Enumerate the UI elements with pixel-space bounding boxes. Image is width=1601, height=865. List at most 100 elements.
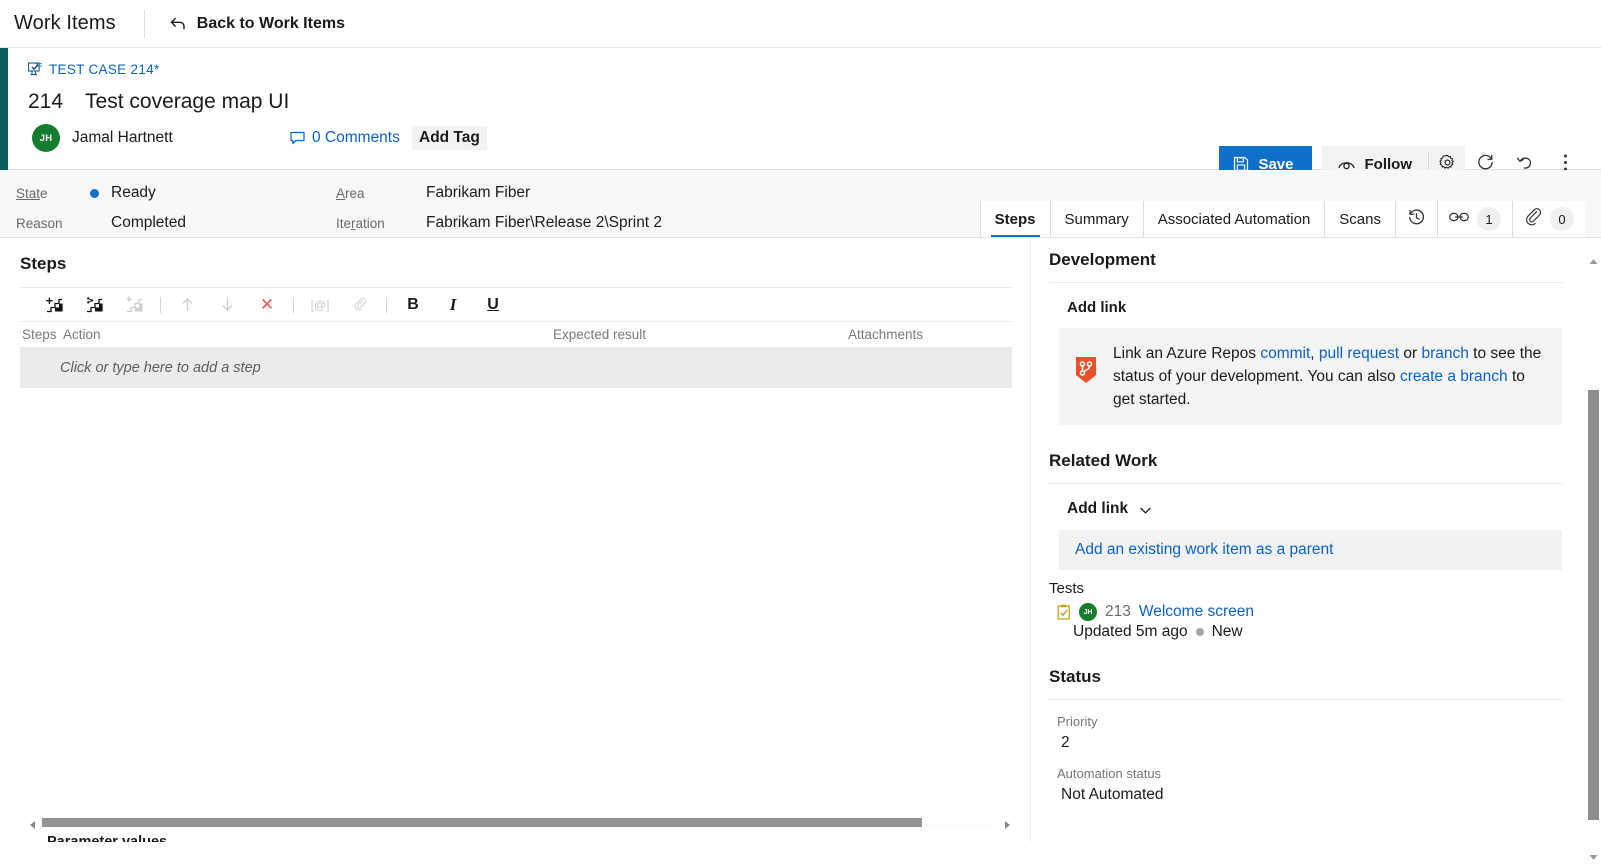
column-header-expected-result: Expected result: [553, 327, 647, 342]
link-icon: [1449, 210, 1469, 228]
steps-horizontal-scrollbar[interactable]: [28, 816, 1012, 829]
automation-status-field-value[interactable]: Not Automated: [1061, 786, 1562, 804]
parameter-icon: [@]: [300, 289, 340, 321]
status-heading: Status: [1049, 667, 1101, 686]
attachments-count-badge: 0: [1550, 207, 1574, 231]
assigned-to-label[interactable]: Jamal Hartnett: [72, 129, 173, 147]
related-work-item-id: 213: [1105, 603, 1131, 620]
tab-links[interactable]: 1: [1438, 201, 1513, 237]
work-item-fields-strip: State Ready Reason Completed Area Fabrik…: [0, 170, 1601, 238]
development-callout-text: Link an Azure Repos commit, pull request…: [1113, 342, 1546, 411]
divider: [1049, 699, 1562, 700]
parameter-values-toggle[interactable]: Parameter values: [28, 834, 167, 842]
column-header-steps: Steps: [22, 327, 57, 342]
related-work-group-label: Tests: [1049, 580, 1085, 597]
insert-shared-step-icon[interactable]: [74, 289, 114, 321]
pull-request-link[interactable]: pull request: [1319, 345, 1399, 362]
tab-label: Summary: [1064, 210, 1129, 228]
related-work-add-link-button[interactable]: Add link: [1067, 500, 1562, 518]
add-link-label: Add link: [1067, 500, 1129, 517]
history-icon: [1407, 208, 1426, 231]
area-field-value: Fabrikam Fiber: [426, 184, 531, 201]
tab-steps[interactable]: Steps: [980, 201, 1051, 237]
divider: [160, 296, 161, 313]
related-work-item-row[interactable]: JH 213 Welcome screen: [1049, 603, 1562, 621]
attachment-icon: [1524, 208, 1542, 230]
italic-glyph: I: [449, 294, 457, 314]
related-work-item-meta: Updated 5m ago New: [1073, 623, 1562, 641]
area-field[interactable]: Area Fabrikam Fiber: [336, 178, 662, 208]
page-vertical-scrollbar[interactable]: [1586, 250, 1601, 865]
scroll-thumb[interactable]: [1588, 390, 1599, 820]
detail-tabs: Steps Summary Associated Automation Scan…: [979, 201, 1585, 237]
steps-toolbar: ✕ [@] B I U: [20, 288, 1012, 322]
top-navigation-bar: Work Items Back to Work Items: [0, 0, 1601, 48]
underline-icon[interactable]: U: [473, 289, 513, 321]
tab-label: Scans: [1339, 210, 1381, 228]
development-heading: Development: [1049, 250, 1156, 269]
links-count-badge: 1: [1477, 207, 1501, 231]
work-item-title[interactable]: Test coverage map UI: [85, 90, 289, 114]
add-tag-button[interactable]: Add Tag: [412, 126, 487, 150]
add-parent-link[interactable]: Add an existing work item as a parent: [1059, 530, 1562, 570]
italic-icon[interactable]: I: [433, 289, 473, 321]
bold-glyph: B: [407, 295, 419, 313]
scroll-left-arrow-icon[interactable]: [28, 817, 38, 829]
commit-link[interactable]: commit: [1260, 345, 1310, 362]
back-to-work-items-link[interactable]: Back to Work Items: [169, 15, 345, 33]
insert-step-icon[interactable]: [34, 289, 74, 321]
divider: [1049, 483, 1562, 484]
steps-pane: Steps ✕ [@] B I U Steps Action Expected …: [0, 238, 1030, 842]
work-item-body: Steps ✕ [@] B I U Steps Action Expected …: [0, 238, 1601, 842]
branch-link[interactable]: branch: [1421, 345, 1468, 362]
development-add-link-button[interactable]: Add link: [1067, 299, 1562, 316]
avatar[interactable]: JH: [32, 124, 60, 152]
priority-field-value[interactable]: 2: [1061, 734, 1562, 752]
scroll-thumb[interactable]: [42, 817, 922, 827]
comments-link[interactable]: 0 Comments: [290, 129, 400, 147]
test-case-icon: [28, 61, 43, 77]
breadcrumb[interactable]: TEST CASE 214*: [28, 58, 1585, 80]
scroll-up-arrow-icon[interactable]: [1588, 254, 1599, 265]
callout-text-part: ,: [1310, 345, 1319, 362]
tab-associated-automation[interactable]: Associated Automation: [1143, 201, 1326, 237]
details-pane: Development Add link Link an Azure Repos…: [1030, 238, 1586, 842]
callout-text-part: or: [1399, 345, 1422, 362]
create-branch-link[interactable]: create a branch: [1400, 368, 1508, 385]
bold-icon[interactable]: B: [393, 289, 433, 321]
move-up-icon: [167, 289, 207, 321]
underline-glyph: U: [487, 295, 499, 313]
tab-label: Associated Automation: [1157, 210, 1311, 228]
work-item-page: Work Items Back to Work Items TEST CASE …: [0, 0, 1601, 865]
back-link-label: Back to Work Items: [196, 14, 345, 32]
work-item-header: TEST CASE 214* 214 Test coverage map UI …: [0, 48, 1601, 182]
attach-icon: [340, 289, 380, 321]
tab-scans[interactable]: Scans: [1325, 201, 1396, 237]
work-item-id: 214: [28, 90, 64, 113]
add-step-row[interactable]: Click or type here to add a step: [20, 348, 1012, 388]
page-title: Work Items: [14, 12, 116, 34]
reason-field-label: Reason: [16, 215, 63, 231]
azure-repos-icon: [1073, 354, 1099, 384]
reason-field-value: Completed: [111, 214, 186, 231]
add-step-icon: [114, 289, 154, 321]
scroll-track[interactable]: [42, 817, 998, 827]
scroll-right-arrow-icon[interactable]: [1002, 817, 1012, 829]
related-work-item-title[interactable]: Welcome screen: [1139, 603, 1254, 621]
related-work-item-updated: Updated 5m ago: [1073, 623, 1188, 640]
speech-bubble-icon: [290, 131, 306, 145]
state-field-label: State: [16, 185, 48, 201]
eye-icon: [1337, 158, 1355, 170]
tab-history[interactable]: [1396, 201, 1438, 237]
breadcrumb-label[interactable]: TEST CASE 214*: [49, 62, 160, 77]
tab-summary[interactable]: Summary: [1050, 201, 1144, 237]
scroll-down-arrow-icon[interactable]: [1588, 850, 1599, 861]
area-field-label: Area: [336, 185, 365, 201]
development-callout: Link an Azure Repos commit, pull request…: [1059, 328, 1562, 425]
divider: [293, 296, 294, 313]
iteration-field[interactable]: Iteration Fabrikam Fiber\Release 2\Sprin…: [336, 208, 662, 238]
delete-icon[interactable]: ✕: [247, 289, 287, 321]
automation-status-field-label: Automation status: [1057, 766, 1162, 781]
tab-attachments[interactable]: 0: [1513, 201, 1585, 237]
related-work-item-state: New: [1211, 623, 1243, 640]
